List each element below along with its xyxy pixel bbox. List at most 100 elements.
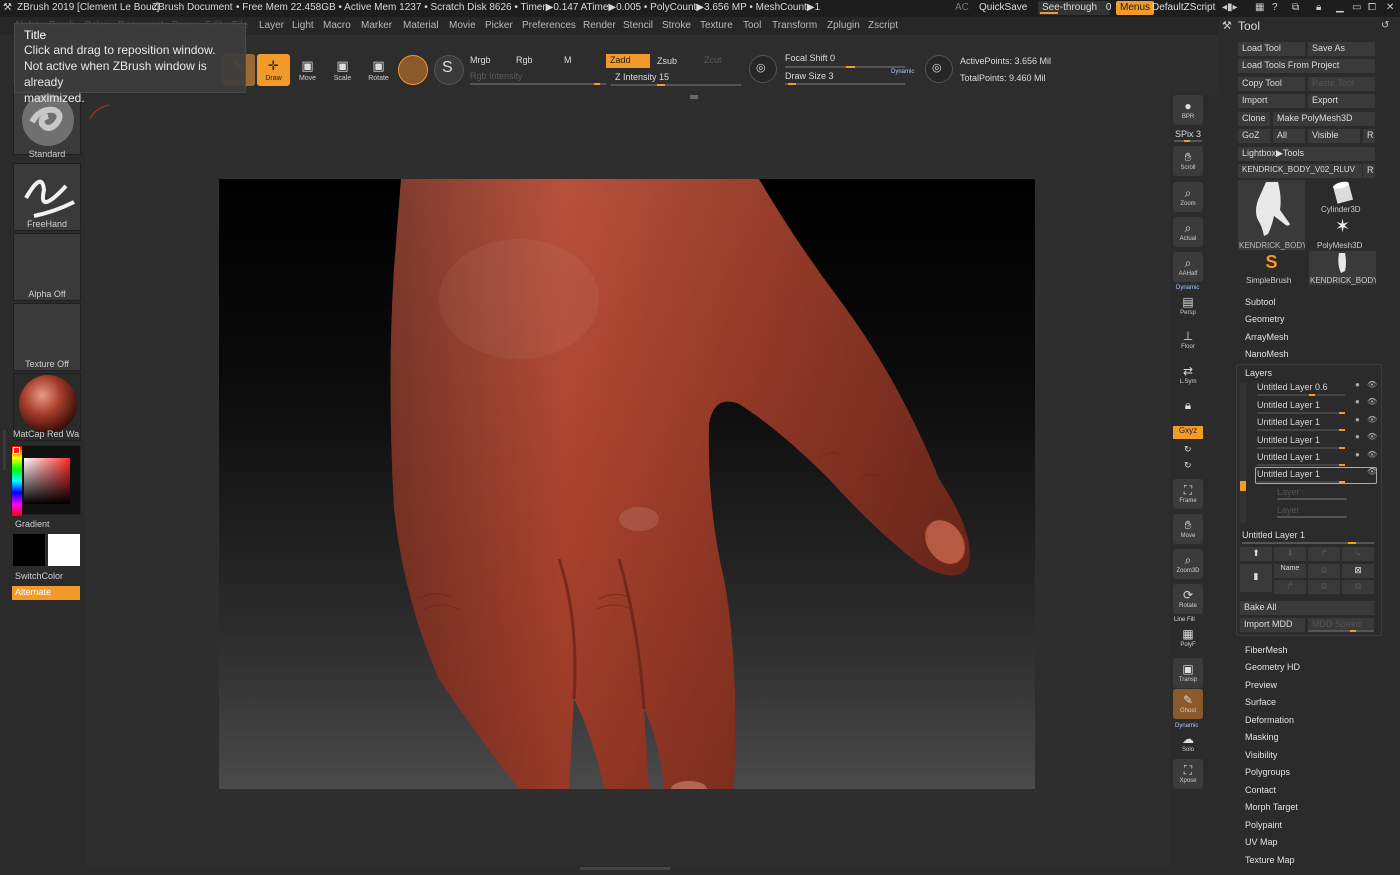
tool-thumb-cylinder3d[interactable]: Cylinder3D [1309,180,1376,214]
aahalf-button[interactable]: ⌕ AAHalf [1173,252,1203,282]
solo-button[interactable]: ☁ Solo [1173,728,1203,758]
layer-row[interactable]: Untitled Layer 1 [1257,435,1345,449]
layer-record-icon[interactable]: ● [1355,380,1360,389]
bpr-button[interactable]: ● BPR [1173,95,1203,125]
menu-material[interactable]: Material [403,20,439,31]
layer-row-selected[interactable]: Untitled Layer 1 [1257,469,1345,483]
arraymesh-section[interactable]: ArrayMesh [1245,332,1289,342]
surface-section[interactable]: Surface [1245,697,1276,707]
quicksave-button[interactable]: QuickSave [975,1,1031,15]
layer-eye-icon[interactable]: 👁︎ [1367,397,1377,406]
zsub-toggle[interactable]: Zsub [653,55,697,69]
current-layer-track[interactable] [1242,542,1374,544]
menu-texture[interactable]: Texture [700,20,733,31]
spix-slider[interactable]: SPix 3 [1175,129,1201,139]
layer-row[interactable]: Untitled Layer 1 [1257,452,1345,466]
draw-size-slider[interactable]: Draw Size 3 [781,70,871,84]
main-color-swatch[interactable] [13,534,45,566]
current-tool-r-button[interactable]: R [1363,164,1375,178]
scale-button[interactable]: ▣ Scale [326,54,359,86]
layer-eye-icon[interactable]: 👁︎ [1367,467,1377,476]
layer-clear-button[interactable]: ⊠ [1342,564,1374,578]
layer-record-icon[interactable]: ● [1355,397,1360,406]
menu-marker[interactable]: Marker [361,20,392,31]
menu-stroke[interactable]: Stroke [662,20,691,31]
xpose-button[interactable]: ⛶ Xpose [1173,759,1203,789]
layer-duplicate-button[interactable]: ⧉ [1308,564,1340,578]
z-intensity-track[interactable] [611,84,741,86]
polygroups-section[interactable]: Polygroups [1245,767,1290,777]
menu-layer[interactable]: Layer [259,20,284,31]
layer-row[interactable]: Untitled Layer 1 [1257,417,1345,431]
close-icon[interactable]: ✕ [1386,2,1394,13]
bake-all-button[interactable]: Bake All [1240,601,1374,615]
spix-track[interactable] [1174,140,1202,142]
dynamesh-d-button[interactable]: ◎ [925,55,953,83]
arrows-icon[interactable]: ◂▮▸ [1222,2,1238,13]
layer-up-button[interactable]: ⬆ [1240,547,1272,561]
persp-button[interactable]: ▤ Persp [1173,291,1203,321]
polypaint-section[interactable]: Polypaint [1245,820,1282,830]
lock-camera-button[interactable]: 🔒︎ [1173,394,1203,424]
zoom-button[interactable]: ⌕ Zoom [1173,182,1203,212]
save-as-button[interactable]: Save As [1308,42,1375,56]
maximize-icon[interactable]: ⧠ [1368,2,1376,13]
menu-light[interactable]: Light [292,20,314,31]
copy-tool-button[interactable]: Copy Tool [1238,77,1305,91]
menu-picker[interactable]: Picker [485,20,513,31]
contact-section[interactable]: Contact [1245,785,1276,795]
floor-button[interactable]: ⊥ Floor [1173,325,1203,355]
zadd-toggle[interactable]: Zadd [606,54,650,68]
morph-target-section[interactable]: Morph Target [1245,802,1298,812]
subtool-section[interactable]: Subtool [1245,297,1276,307]
layer-row[interactable]: Untitled Layer 0.6 [1257,382,1345,396]
tool-thumb-kendrick-body-2[interactable]: KENDRICK_BODY [1309,251,1376,285]
draw-button[interactable]: ✛ Draw [257,54,290,86]
layer-copy-button[interactable]: ⧉ [1308,580,1340,594]
layers-scroll-thumb[interactable] [1240,481,1246,491]
layer-record-icon[interactable]: ● [1355,450,1360,459]
tool-thumb-simplebrush[interactable]: S SimpleBrush [1238,251,1305,285]
menu-preferences[interactable]: Preferences [522,20,576,31]
color-picker[interactable] [11,445,81,516]
layer-strength-track[interactable] [1257,412,1345,414]
top-scroll-marker[interactable] [690,95,698,99]
layer-down-button[interactable]: ⬇ [1274,547,1306,561]
current-layer-name[interactable]: Untitled Layer 1 [1242,530,1305,540]
deformation-section[interactable]: Deformation [1245,715,1294,725]
paste-tool-button[interactable]: Paste Tool [1308,77,1375,91]
layout-icon[interactable]: ▦ [1255,2,1264,13]
layer-strength-track[interactable] [1257,394,1345,396]
bottom-scroll-marker[interactable] [580,867,670,870]
switch-color-button[interactable]: SwitchColor [15,571,83,581]
texture-swatch-button[interactable]: S [434,55,464,85]
export-button[interactable]: Export [1308,94,1375,108]
goz-r-button[interactable]: R [1363,129,1375,143]
focal-shift-slider[interactable]: Focal Shift 0 [781,52,911,66]
menu-render[interactable]: Render [583,20,616,31]
layer-strength-track[interactable] [1257,447,1345,449]
layer-record-icon[interactable]: ● [1355,415,1360,424]
rgb-intensity-track[interactable] [470,83,606,85]
actual-button[interactable]: ⌕ Actual [1173,217,1203,247]
tool-palette-title[interactable]: Tool [1238,19,1260,33]
title-bar[interactable]: ⚒ ZBrush 2019 [Clement Le Bouc] ZBrush D… [0,0,1400,17]
gradient-label[interactable]: Gradient [15,519,83,529]
saturation-square[interactable] [24,458,70,504]
tool-thumb-polymesh3d[interactable]: ✶ PolyMesh3D [1309,215,1376,250]
clone-button[interactable]: Clone [1238,112,1270,126]
lock-icon[interactable]: 🔒︎ [1316,2,1321,13]
load-tools-from-project-button[interactable]: Load Tools From Project [1238,59,1375,73]
make-polymesh3d-button[interactable]: Make PolyMesh3D [1273,112,1375,126]
geometry-section[interactable]: Geometry [1245,314,1285,324]
load-tool-button[interactable]: Load Tool [1238,42,1305,56]
mrgb-toggle[interactable]: Mrgb [466,54,510,68]
undo-palette-icon[interactable]: ↺ [1381,20,1389,31]
mdd-speed-track[interactable] [1308,630,1374,632]
hue-strip[interactable] [12,446,22,516]
hand-sculpt-render[interactable] [219,179,1035,789]
geometry-hd-section[interactable]: Geometry HD [1245,662,1300,672]
dynamic-label[interactable]: Dynamic [891,69,914,75]
rotate-y-icon[interactable]: ↻ [1184,444,1192,455]
rotate-button[interactable]: ▣ Rotate [362,54,395,86]
